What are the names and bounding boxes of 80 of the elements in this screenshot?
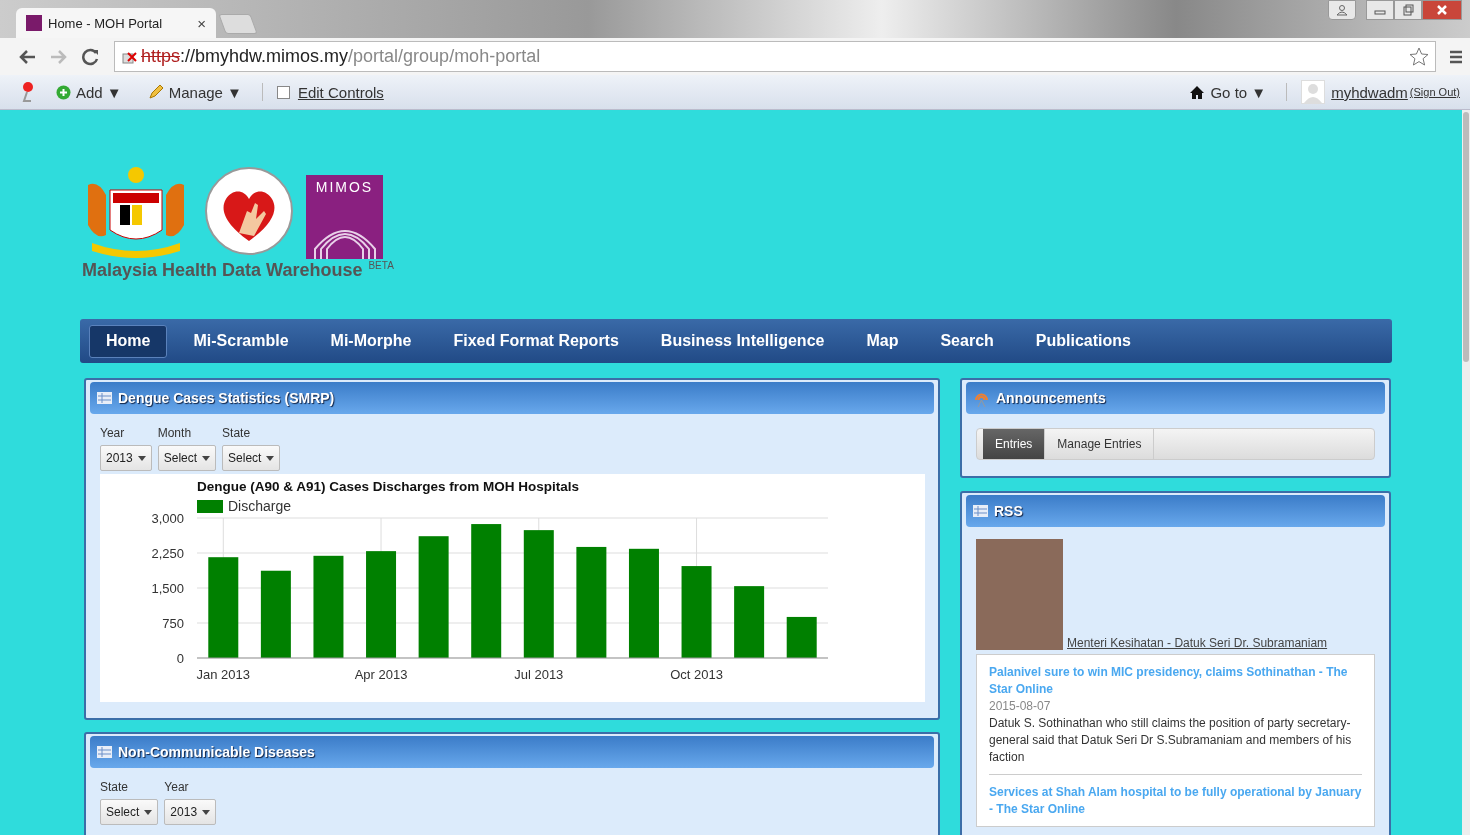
y-axis-label: 3,000 xyxy=(151,511,184,526)
filter-dropdown[interactable]: Select xyxy=(222,445,281,471)
beta-label: BETA xyxy=(368,260,394,271)
entries-tab[interactable]: Entries xyxy=(983,429,1046,459)
caret-icon xyxy=(266,455,275,461)
filter-label: Year xyxy=(100,426,126,440)
nav-tab[interactable]: Mi-Morphe xyxy=(314,325,428,357)
portlet-title: Non-Communicable Diseases xyxy=(118,744,315,760)
chart-title: Dengue (A90 & A91) Cases Discharges from MOH Hospitals xyxy=(197,479,580,494)
user-avatar-icon xyxy=(1301,80,1326,104)
chart-bar xyxy=(734,586,765,658)
caret-icon xyxy=(202,809,211,815)
portlet-icon xyxy=(97,746,112,758)
filter-label: State xyxy=(222,426,252,440)
nav-tab[interactable]: Map xyxy=(850,325,915,357)
pin-icon[interactable] xyxy=(20,81,36,103)
caret-icon xyxy=(202,455,211,461)
entries-tab[interactable]: Manage Entries xyxy=(1045,429,1155,459)
person-icon xyxy=(1336,4,1348,16)
profile-button[interactable] xyxy=(1328,0,1356,20)
nav-tab[interactable]: Home xyxy=(89,324,168,358)
filter-label: State xyxy=(100,780,130,794)
home-icon xyxy=(1189,84,1206,100)
caret-icon xyxy=(137,455,146,461)
y-axis-label: 750 xyxy=(162,616,184,631)
caret-icon xyxy=(144,809,153,815)
nav-tab[interactable]: Search xyxy=(924,325,1010,357)
portlet-icon xyxy=(973,505,988,517)
bookmark-star-icon[interactable] xyxy=(1409,46,1429,67)
news-summary: Datuk S. Sothinathan who still claims the position of party secretary-general said that Datuk Seri Dr S.Subramaniam and members of his faction xyxy=(989,715,1353,766)
browser-tab[interactable]: Home - MOH Portal × xyxy=(16,8,216,38)
x-axis-label: Oct 2013 xyxy=(670,667,723,682)
close-button[interactable] xyxy=(1422,0,1462,20)
photo-caption-link[interactable]: Menteri Kesihatan - Datuk Seri Dr. Subramaniam xyxy=(1067,636,1328,650)
site-title: Malaysia Health Data Warehouse xyxy=(82,260,363,281)
x-axis-label: Apr 2013 xyxy=(354,667,408,682)
nav-tab[interactable]: Fixed Format Reports xyxy=(437,325,635,357)
reload-icon[interactable] xyxy=(82,47,100,66)
favicon-icon xyxy=(26,15,42,31)
nav-tab[interactable]: Mi-Scramble xyxy=(177,325,305,357)
y-axis-label: 2,250 xyxy=(151,546,184,561)
x-axis-label: Jul 2013 xyxy=(514,667,564,682)
close-icon xyxy=(1436,4,1448,16)
x-axis-label: Jan 2013 xyxy=(196,667,251,682)
sign-out-link[interactable]: (Sign Out) xyxy=(1409,86,1460,98)
filter-dropdown[interactable]: Select xyxy=(157,445,217,471)
y-axis-label: 0 xyxy=(176,651,184,666)
go-to-menu-button[interactable]: Go to ▼ xyxy=(1183,83,1273,101)
portlet-title: RSS xyxy=(994,503,1023,519)
plus-icon xyxy=(56,84,71,100)
nav-tab[interactable]: Business Intelligence xyxy=(644,325,841,357)
edit-controls-link[interactable]: Edit Controls xyxy=(297,83,384,101)
filter-label: Year xyxy=(164,780,190,794)
minimize-button[interactable] xyxy=(1366,0,1394,20)
pencil-icon xyxy=(147,84,164,100)
manage-menu-button[interactable]: Manage ▼ xyxy=(141,83,248,101)
legend-label: Discharge xyxy=(228,498,292,514)
portlet-title: Announcements xyxy=(996,390,1106,406)
tab-title: Home - MOH Portal xyxy=(48,15,164,31)
tab-close-button[interactable]: × xyxy=(197,14,206,32)
news-date: 2015-08-07 xyxy=(989,698,1052,715)
portlet-icon xyxy=(97,392,112,404)
filter-dropdown[interactable]: 2013 xyxy=(100,445,152,471)
restore-button[interactable] xyxy=(1394,0,1422,20)
scrollbar[interactable] xyxy=(1462,110,1470,835)
menu-icon[interactable] xyxy=(1450,48,1462,65)
nav-tab[interactable]: Publications xyxy=(1019,325,1147,357)
user-name-link[interactable]: myhdwadm xyxy=(1331,83,1408,101)
y-axis-label: 1,500 xyxy=(151,581,184,596)
back-icon[interactable] xyxy=(18,48,36,65)
add-menu-button[interactable]: Add ▼ xyxy=(50,83,128,101)
filter-dropdown[interactable]: Select xyxy=(100,799,159,825)
restore-icon xyxy=(1402,4,1414,16)
portlet-title: Dengue Cases Statistics (SMRP) xyxy=(118,390,335,406)
filter-label: Month xyxy=(157,426,193,440)
edit-controls-checkbox[interactable] xyxy=(276,85,290,99)
chart-bar xyxy=(786,616,817,658)
address-bar[interactable]: https://bmyhdw.mimos.my/portal/group/moh-portal xyxy=(114,41,1436,72)
filter-dropdown[interactable]: 2013 xyxy=(164,799,217,825)
logo-text: MIMOS xyxy=(315,179,374,195)
